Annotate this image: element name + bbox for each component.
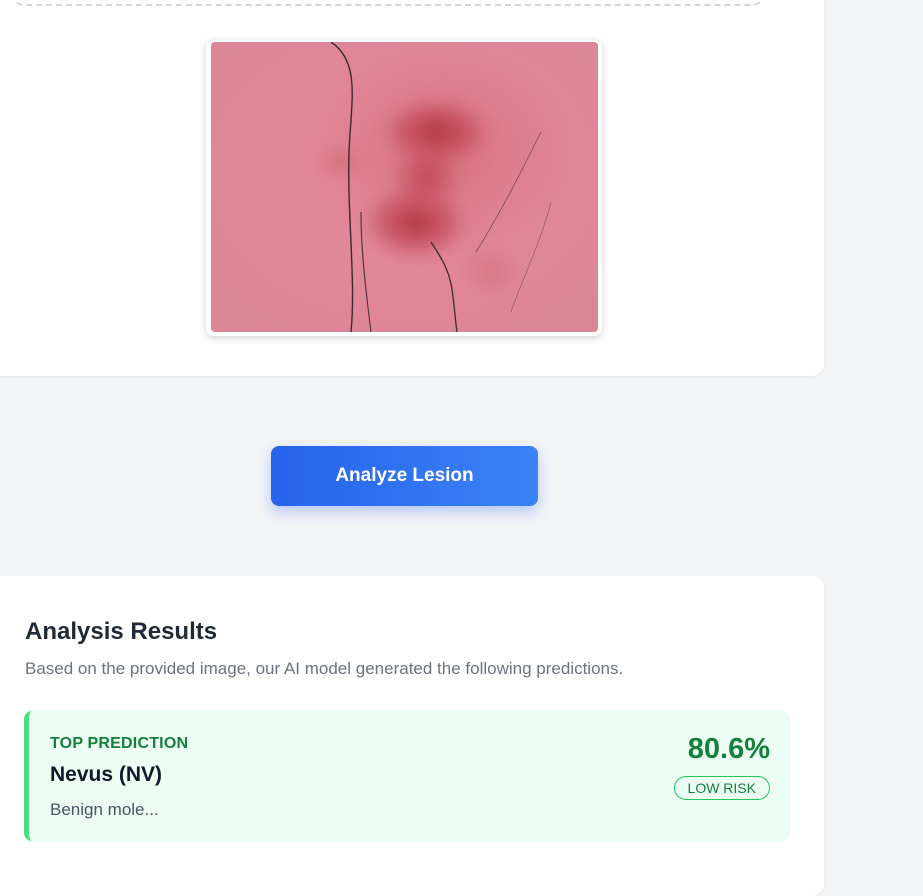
results-card: Analysis Results Based on the provided i… bbox=[0, 576, 824, 896]
image-preview bbox=[206, 40, 602, 336]
prediction-confidence: 80.6% bbox=[687, 733, 770, 765]
top-prediction-card: TOP PREDICTION Nevus (NV) Benign mole...… bbox=[24, 711, 790, 841]
prediction-description: Benign mole... bbox=[50, 800, 159, 819]
top-prediction-label: TOP PREDICTION bbox=[50, 735, 189, 752]
results-title: Analysis Results bbox=[25, 618, 218, 645]
upload-card bbox=[0, 0, 824, 376]
risk-badge: LOW RISK bbox=[673, 776, 770, 800]
analyze-lesion-button[interactable]: Analyze Lesion bbox=[271, 446, 538, 506]
upload-dropzone[interactable] bbox=[10, 0, 766, 6]
lesion-image bbox=[211, 42, 598, 332]
prediction-name: Nevus (NV) bbox=[50, 763, 163, 786]
results-subtitle: Based on the provided image, our AI mode… bbox=[25, 659, 624, 678]
